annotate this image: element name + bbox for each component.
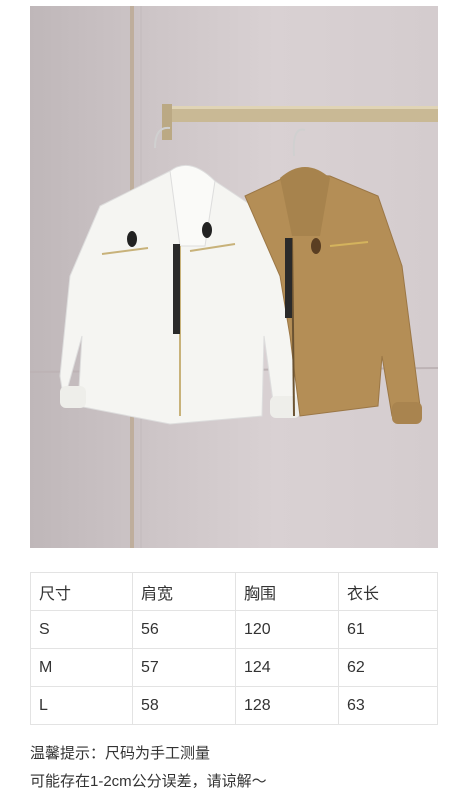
size-table: 尺寸 肩宽 胸围 衣长 S 56 120 61 M 57 124 62 L 58… [30, 572, 438, 725]
table-header-row: 尺寸 肩宽 胸围 衣长 [30, 572, 438, 611]
table-row: S 56 120 61 [30, 610, 438, 649]
measurement-note: 温馨提示：尺码为手工测量 [30, 745, 211, 762]
product-photo [30, 6, 438, 548]
table-cell: M [30, 648, 133, 687]
header-cell: 肩宽 [132, 572, 236, 611]
table-row: M 57 124 62 [30, 648, 438, 687]
table-cell: 57 [132, 648, 236, 687]
table-cell: L [30, 686, 133, 725]
table-cell: 63 [338, 686, 438, 725]
header-cell: 胸围 [235, 572, 339, 611]
table-cell: 56 [132, 610, 236, 649]
table-cell: 62 [338, 648, 438, 687]
table-cell: 120 [235, 610, 339, 649]
jackets-illustration [30, 6, 438, 548]
tolerance-note: 可能存在1-2cm公分误差，请谅解～ [30, 773, 267, 790]
header-cell: 尺寸 [30, 572, 133, 611]
header-cell: 衣长 [338, 572, 438, 611]
table-cell: 58 [132, 686, 236, 725]
table-cell: 61 [338, 610, 438, 649]
table-cell: 124 [235, 648, 339, 687]
table-row: L 58 128 63 [30, 686, 438, 725]
table-cell: S [30, 610, 133, 649]
table-cell: 128 [235, 686, 339, 725]
